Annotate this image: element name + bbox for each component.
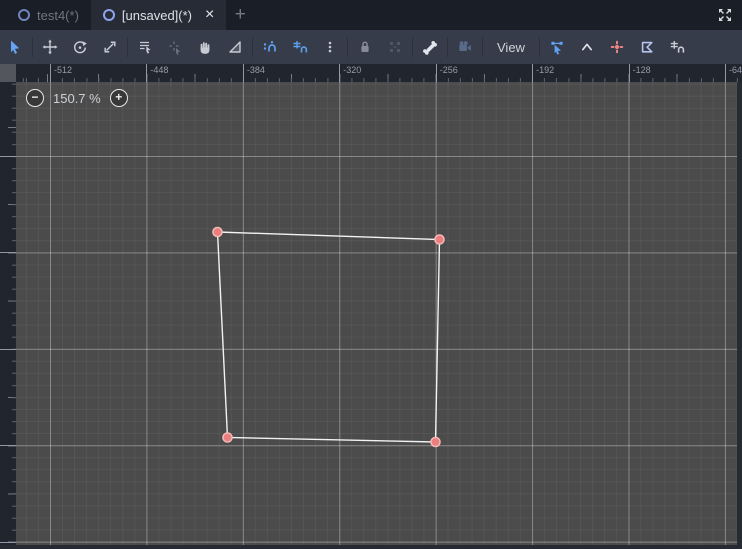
list-select-icon xyxy=(140,41,151,54)
toolbar-separator xyxy=(32,37,33,57)
grid-snap-toggle-button[interactable] xyxy=(285,33,315,61)
zoom-level-readout[interactable]: 150.7 % xyxy=(53,91,101,106)
pan-tool-button[interactable] xyxy=(190,33,220,61)
view-menu-button[interactable]: View xyxy=(485,33,537,61)
toolbar-separator xyxy=(482,37,483,57)
polygon-vertex-handle[interactable] xyxy=(434,234,445,245)
tab-test4[interactable]: test4(*) xyxy=(6,0,91,30)
ruler-label: -256 xyxy=(0,330,16,350)
bone-button[interactable] xyxy=(415,33,445,61)
polygon-vertex-handle[interactable] xyxy=(222,432,233,443)
scene-icon xyxy=(18,9,30,21)
smart-snap-toggle-button[interactable] xyxy=(255,33,285,61)
tab-label: test4(*) xyxy=(37,7,79,23)
panel-edge xyxy=(0,545,742,549)
camera-icon xyxy=(459,41,471,51)
pixel-select-icon xyxy=(169,41,181,55)
ruler-label: -448 xyxy=(146,64,168,82)
ruler-label: -192 xyxy=(532,64,554,82)
ruler-label: -128 xyxy=(628,64,651,82)
toolbar-separator xyxy=(412,37,413,57)
ruler-label: -384 xyxy=(242,64,265,82)
ruler-corner xyxy=(0,64,16,82)
grid-snap-icon xyxy=(293,41,308,53)
tab-label: [unsaved](*) xyxy=(121,7,192,23)
ruler-label: -192 xyxy=(0,426,16,447)
scale-tool-button[interactable] xyxy=(95,33,125,61)
ruler-icon xyxy=(229,41,241,53)
toolbar-separator xyxy=(538,37,540,57)
rotate-icon xyxy=(73,41,87,54)
select-points-tool-button[interactable] xyxy=(542,33,572,61)
smart-snap-icon xyxy=(263,41,276,52)
close-polygon-icon xyxy=(641,41,653,53)
horizontal-ruler: -512 -448 -384 -320 -256 -192 -128 -64 xyxy=(16,64,742,82)
select-points-icon xyxy=(551,41,563,55)
vertical-ruler: -384 -320 -256 -192 -128 xyxy=(0,82,16,545)
view-menu-label: View xyxy=(497,39,525,55)
polygon-outline xyxy=(216,231,441,443)
pixel-snap-select-tool-button[interactable] xyxy=(160,33,190,61)
ruler-label: -320 xyxy=(339,64,361,82)
toolbar-separator xyxy=(252,37,253,57)
move-icon xyxy=(42,39,58,55)
tab-unsaved[interactable]: [unsaved](*) × xyxy=(90,0,227,30)
canvas-editor-toolbar: View xyxy=(0,30,742,64)
add-point-cross-icon xyxy=(610,40,624,54)
panel-edge xyxy=(737,82,742,545)
group-selection-button[interactable] xyxy=(380,33,410,61)
edited-polygon xyxy=(212,226,445,448)
list-select-tool-button[interactable] xyxy=(130,33,160,61)
select-tool-button[interactable] xyxy=(0,33,30,61)
ruler-label: -64 xyxy=(725,64,742,82)
add-point-tool-button[interactable] xyxy=(602,33,632,61)
zoom-controls: − 150.7 % + xyxy=(26,89,128,107)
close-polygon-tool-button[interactable] xyxy=(632,33,662,61)
snap-grid-icon xyxy=(670,41,685,53)
ruler-tool-button[interactable] xyxy=(220,33,250,61)
snap-options-menu-button[interactable] xyxy=(315,33,345,61)
new-scene-tab-button[interactable]: + xyxy=(226,0,254,30)
ruler-label: -128 xyxy=(0,523,16,543)
select-control-points-tool-button[interactable] xyxy=(572,33,602,61)
ruler-label: -384 xyxy=(0,137,16,157)
expand-viewport-icon[interactable] xyxy=(716,6,734,24)
lock-icon xyxy=(361,41,369,52)
ruler-label: -512 xyxy=(50,64,72,82)
rotate-tool-button[interactable] xyxy=(65,33,95,61)
bone-icon xyxy=(423,41,437,55)
pan-hand-icon xyxy=(200,42,210,54)
zoom-in-button[interactable]: + xyxy=(109,89,128,107)
three-dots-icon xyxy=(328,41,332,53)
polygon-vertex-handle[interactable] xyxy=(430,436,441,448)
group-icon xyxy=(390,42,400,52)
toolbar-separator xyxy=(447,37,448,57)
toolbar-separator xyxy=(127,37,128,57)
ruler-label: -256 xyxy=(435,64,458,82)
viewport-canvas[interactable]: − 150.7 % + xyxy=(16,82,742,545)
polygon-vertex-handle[interactable] xyxy=(212,226,223,238)
close-tab-icon[interactable]: × xyxy=(205,7,214,23)
chevron-up-icon xyxy=(581,43,593,51)
toolbar-separator xyxy=(347,37,348,57)
polygon-snap-toggle-button[interactable] xyxy=(662,33,692,61)
scale-icon xyxy=(104,41,116,53)
skeleton-options-menu-button[interactable] xyxy=(450,33,480,61)
scene-tab-bar: test4(*) [unsaved](*) × + xyxy=(0,0,742,30)
select-arrow-icon xyxy=(11,40,20,54)
zoom-out-button[interactable]: − xyxy=(26,89,44,107)
move-tool-button[interactable] xyxy=(35,33,65,61)
lock-selection-button[interactable] xyxy=(350,33,380,61)
scene-icon xyxy=(102,9,115,21)
ruler-label: -320 xyxy=(0,233,16,254)
